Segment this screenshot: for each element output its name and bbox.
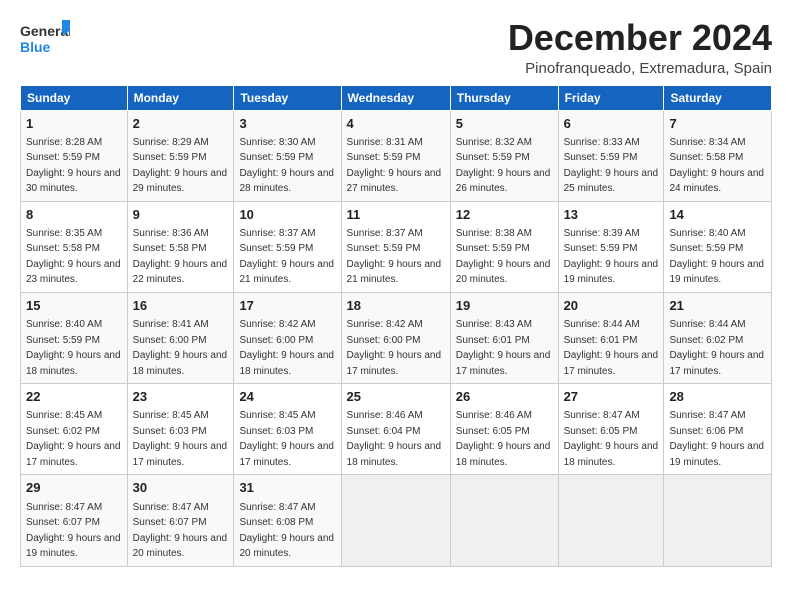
main-title: December 2024 bbox=[508, 18, 772, 58]
col-sunday: Sunday bbox=[21, 85, 128, 110]
table-row: 3Sunrise: 8:30 AMSunset: 5:59 PMDaylight… bbox=[234, 110, 341, 201]
table-row: 20Sunrise: 8:44 AMSunset: 6:01 PMDayligh… bbox=[558, 292, 664, 383]
subtitle: Pinofranqueado, Extremadura, Spain bbox=[508, 60, 772, 77]
calendar-week-row: 29Sunrise: 8:47 AMSunset: 6:07 PMDayligh… bbox=[21, 475, 772, 566]
table-row: 1Sunrise: 8:28 AMSunset: 5:59 PMDaylight… bbox=[21, 110, 128, 201]
calendar-week-row: 8Sunrise: 8:35 AMSunset: 5:58 PMDaylight… bbox=[21, 201, 772, 292]
calendar-week-row: 1Sunrise: 8:28 AMSunset: 5:59 PMDaylight… bbox=[21, 110, 772, 201]
table-row: 11Sunrise: 8:37 AMSunset: 5:59 PMDayligh… bbox=[341, 201, 450, 292]
col-thursday: Thursday bbox=[450, 85, 558, 110]
col-wednesday: Wednesday bbox=[341, 85, 450, 110]
table-row: 2Sunrise: 8:29 AMSunset: 5:59 PMDaylight… bbox=[127, 110, 234, 201]
table-row: 29Sunrise: 8:47 AMSunset: 6:07 PMDayligh… bbox=[21, 475, 128, 566]
table-row: 9Sunrise: 8:36 AMSunset: 5:58 PMDaylight… bbox=[127, 201, 234, 292]
table-row: 26Sunrise: 8:46 AMSunset: 6:05 PMDayligh… bbox=[450, 384, 558, 475]
table-row: 12Sunrise: 8:38 AMSunset: 5:59 PMDayligh… bbox=[450, 201, 558, 292]
calendar-week-row: 15Sunrise: 8:40 AMSunset: 5:59 PMDayligh… bbox=[21, 292, 772, 383]
calendar-week-row: 22Sunrise: 8:45 AMSunset: 6:02 PMDayligh… bbox=[21, 384, 772, 475]
logo: General Blue bbox=[20, 18, 70, 60]
table-row: 27Sunrise: 8:47 AMSunset: 6:05 PMDayligh… bbox=[558, 384, 664, 475]
table-row: 5Sunrise: 8:32 AMSunset: 5:59 PMDaylight… bbox=[450, 110, 558, 201]
table-row: 21Sunrise: 8:44 AMSunset: 6:02 PMDayligh… bbox=[664, 292, 772, 383]
table-row: 23Sunrise: 8:45 AMSunset: 6:03 PMDayligh… bbox=[127, 384, 234, 475]
title-block: December 2024 Pinofranqueado, Extremadur… bbox=[508, 18, 772, 77]
table-row: 6Sunrise: 8:33 AMSunset: 5:59 PMDaylight… bbox=[558, 110, 664, 201]
table-row: 28Sunrise: 8:47 AMSunset: 6:06 PMDayligh… bbox=[664, 384, 772, 475]
table-row: 8Sunrise: 8:35 AMSunset: 5:58 PMDaylight… bbox=[21, 201, 128, 292]
calendar-body: 1Sunrise: 8:28 AMSunset: 5:59 PMDaylight… bbox=[21, 110, 772, 566]
table-row bbox=[664, 475, 772, 566]
table-row bbox=[341, 475, 450, 566]
table-row: 16Sunrise: 8:41 AMSunset: 6:00 PMDayligh… bbox=[127, 292, 234, 383]
table-row: 19Sunrise: 8:43 AMSunset: 6:01 PMDayligh… bbox=[450, 292, 558, 383]
table-row: 15Sunrise: 8:40 AMSunset: 5:59 PMDayligh… bbox=[21, 292, 128, 383]
table-row: 17Sunrise: 8:42 AMSunset: 6:00 PMDayligh… bbox=[234, 292, 341, 383]
table-row: 30Sunrise: 8:47 AMSunset: 6:07 PMDayligh… bbox=[127, 475, 234, 566]
table-row: 22Sunrise: 8:45 AMSunset: 6:02 PMDayligh… bbox=[21, 384, 128, 475]
col-tuesday: Tuesday bbox=[234, 85, 341, 110]
table-row bbox=[450, 475, 558, 566]
col-monday: Monday bbox=[127, 85, 234, 110]
table-row: 24Sunrise: 8:45 AMSunset: 6:03 PMDayligh… bbox=[234, 384, 341, 475]
table-row: 18Sunrise: 8:42 AMSunset: 6:00 PMDayligh… bbox=[341, 292, 450, 383]
table-row: 4Sunrise: 8:31 AMSunset: 5:59 PMDaylight… bbox=[341, 110, 450, 201]
col-friday: Friday bbox=[558, 85, 664, 110]
table-row: 31Sunrise: 8:47 AMSunset: 6:08 PMDayligh… bbox=[234, 475, 341, 566]
calendar-table: Sunday Monday Tuesday Wednesday Thursday… bbox=[20, 85, 772, 567]
table-row bbox=[558, 475, 664, 566]
svg-text:Blue: Blue bbox=[20, 39, 51, 55]
table-row: 25Sunrise: 8:46 AMSunset: 6:04 PMDayligh… bbox=[341, 384, 450, 475]
table-row: 7Sunrise: 8:34 AMSunset: 5:58 PMDaylight… bbox=[664, 110, 772, 201]
calendar-header-row: Sunday Monday Tuesday Wednesday Thursday… bbox=[21, 85, 772, 110]
table-row: 10Sunrise: 8:37 AMSunset: 5:59 PMDayligh… bbox=[234, 201, 341, 292]
header: General Blue December 2024 Pinofranquead… bbox=[20, 18, 772, 77]
table-row: 13Sunrise: 8:39 AMSunset: 5:59 PMDayligh… bbox=[558, 201, 664, 292]
page: General Blue December 2024 Pinofranquead… bbox=[0, 0, 792, 577]
table-row: 14Sunrise: 8:40 AMSunset: 5:59 PMDayligh… bbox=[664, 201, 772, 292]
col-saturday: Saturday bbox=[664, 85, 772, 110]
